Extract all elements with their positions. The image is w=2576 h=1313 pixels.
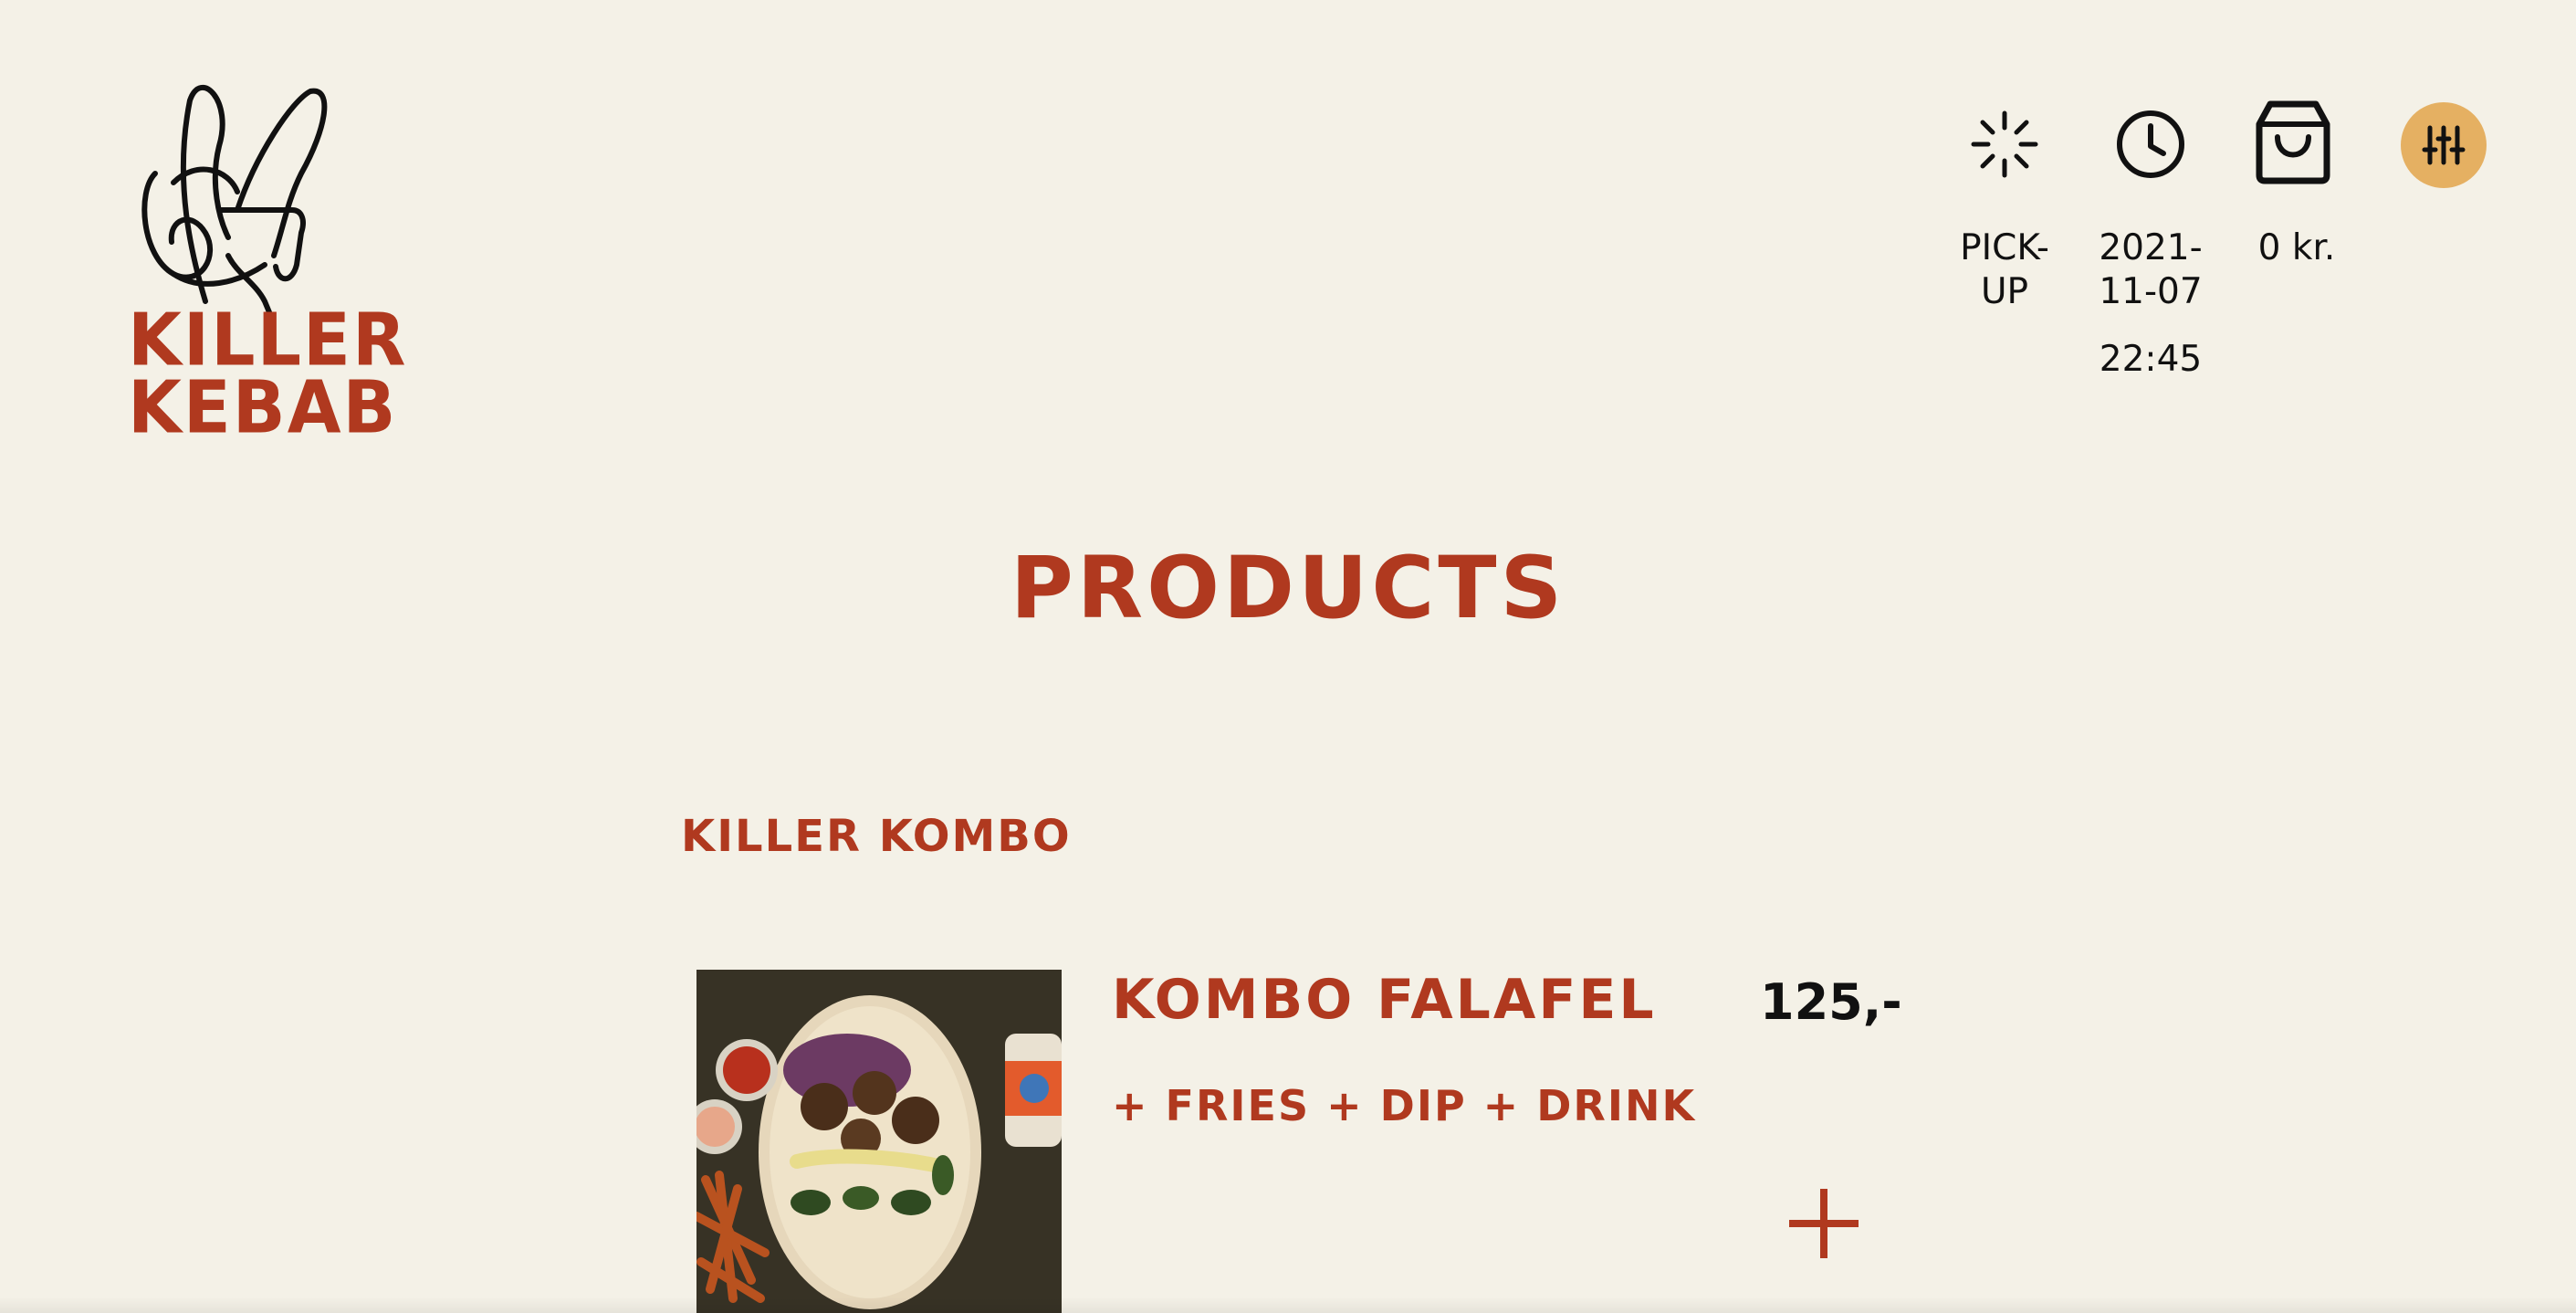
order-type-label[interactable]: PICK-UP [1941, 226, 2068, 314]
product-name[interactable]: KOMBO FALAFEL [1112, 968, 1657, 1032]
cart-button[interactable] [2247, 95, 2339, 186]
peace-hand-icon [141, 85, 328, 315]
bottom-shadow [0, 1297, 2576, 1313]
pickup-time-button[interactable] [2105, 99, 2196, 190]
falafel-wrap-photo [696, 970, 1062, 1313]
page-title: PRODUCTS [1010, 539, 1566, 638]
plus-icon [1789, 1189, 1859, 1258]
sliders-icon [2422, 125, 2466, 165]
cart-total[interactable]: 0 kr. [2229, 226, 2364, 270]
category-title: KILLER KOMBO [681, 811, 1072, 862]
pickup-date-line2: 11-07 [2099, 271, 2203, 312]
pickup-date-line1: 2021- [2099, 227, 2203, 268]
clock-icon [2117, 110, 2184, 178]
pickup-date[interactable]: 2021- 11-07 [2087, 226, 2215, 314]
product-price: 125,- [1760, 973, 1902, 1031]
brand-logo[interactable]: KILLER KEBAB [119, 73, 405, 450]
brand-name-line2: KEBAB [128, 363, 398, 450]
add-to-cart-button[interactable] [1789, 1189, 1859, 1258]
pickup-time[interactable]: 22:45 [2087, 338, 2215, 382]
product-image[interactable] [696, 970, 1062, 1313]
loading-sun-icon [1971, 110, 2038, 178]
order-type-button[interactable] [1959, 99, 2050, 190]
product-description: + FRIES + DIP + DRINK [1112, 1081, 1697, 1130]
shopping-bag-icon [2256, 100, 2330, 184]
filter-button[interactable] [2401, 102, 2487, 188]
